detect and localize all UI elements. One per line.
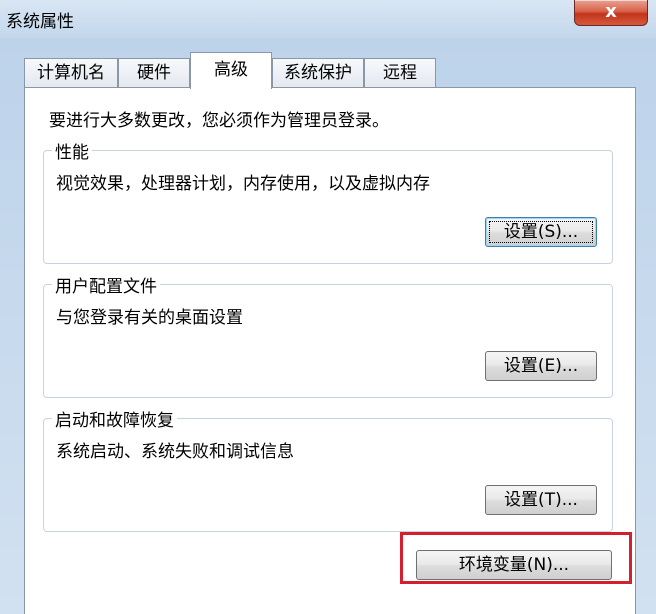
- startup-recovery-group: 启动和故障恢复 系统启动、系统失败和调试信息 设置(T)...: [43, 406, 613, 532]
- performance-settings-button[interactable]: 设置(S)...: [485, 217, 597, 247]
- highlight-box: [400, 532, 632, 584]
- tab-remote[interactable]: 远程: [364, 58, 436, 88]
- performance-title: 性能: [52, 138, 92, 163]
- tab-advanced[interactable]: 高级: [190, 52, 272, 89]
- startup-recovery-description: 系统启动、系统失败和调试信息: [56, 442, 294, 462]
- close-button[interactable]: x: [574, 0, 648, 26]
- user-profiles-title: 用户配置文件: [52, 272, 160, 297]
- tab-system-protection[interactable]: 系统保护: [272, 58, 364, 88]
- window-title: 系统属性: [6, 12, 74, 32]
- startup-recovery-title: 启动和故障恢复: [52, 406, 177, 431]
- startup-recovery-settings-button[interactable]: 设置(T)...: [485, 485, 597, 515]
- tab-computer-name[interactable]: 计算机名: [24, 58, 118, 88]
- performance-group: 性能 视觉效果，处理器计划，内存使用，以及虚拟内存 设置(S)...: [43, 138, 613, 264]
- close-icon: x: [605, 1, 617, 22]
- system-properties-window: 系统属性 x 计算机名 硬件 高级 系统保护 远程 要进行大多数更改，您必须作为…: [0, 0, 656, 614]
- user-profiles-description: 与您登录有关的桌面设置: [56, 308, 243, 328]
- admin-note: 要进行大多数更改，您必须作为管理员登录。: [49, 111, 389, 131]
- user-profiles-group: 用户配置文件 与您登录有关的桌面设置 设置(E)...: [43, 272, 613, 398]
- tab-strip: 计算机名 硬件 高级 系统保护 远程: [24, 52, 636, 89]
- tab-hardware[interactable]: 硬件: [118, 58, 190, 88]
- title-bar[interactable]: 系统属性 x: [0, 0, 656, 38]
- performance-description: 视觉效果，处理器计划，内存使用，以及虚拟内存: [56, 174, 430, 194]
- user-profiles-settings-button[interactable]: 设置(E)...: [485, 351, 597, 381]
